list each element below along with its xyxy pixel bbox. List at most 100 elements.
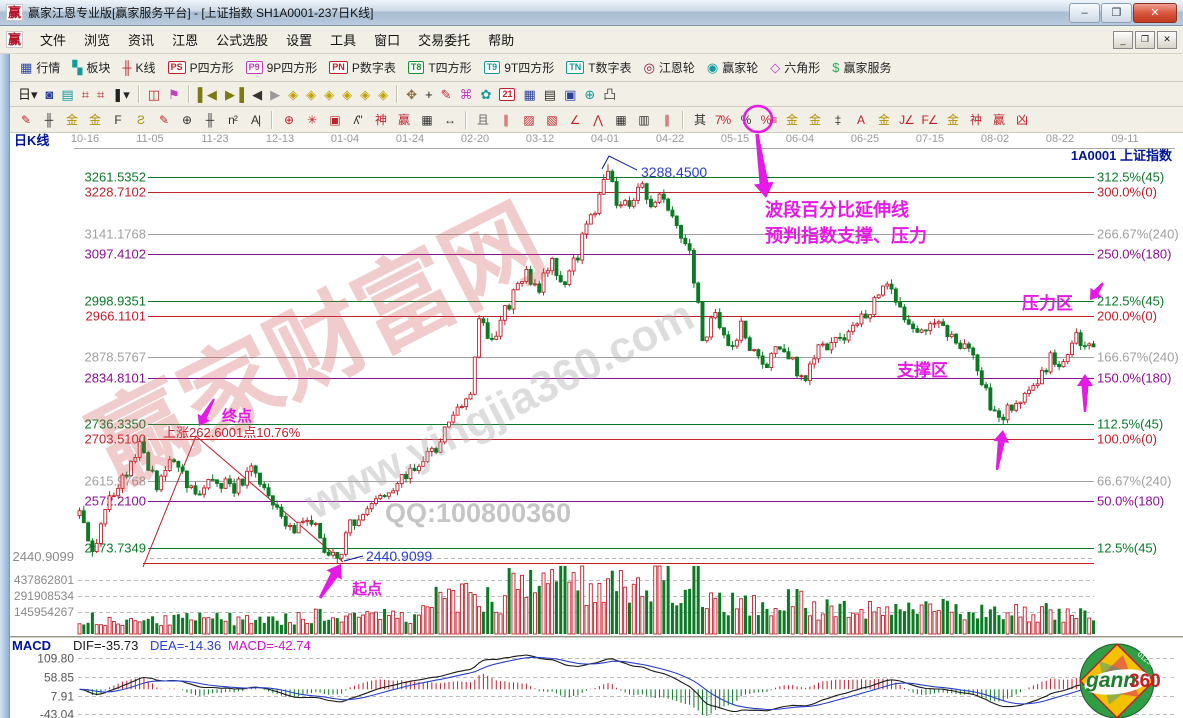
- hexagon-button[interactable]: ◇六角形: [765, 58, 825, 77]
- burst-button[interactable]: ✳: [300, 113, 323, 127]
- ratio-box-button[interactable]: 其: [688, 113, 711, 127]
- seven-percent-button[interactable]: 7%: [711, 113, 734, 127]
- minimize-button[interactable]: –: [1069, 3, 1100, 23]
- flag-pole-button[interactable]: ‡: [826, 113, 849, 127]
- quotes-button[interactable]: ▦行情: [15, 58, 65, 77]
- menu-item-1[interactable]: 浏览: [75, 27, 119, 52]
- indicator-flag-button[interactable]: ⚑: [165, 87, 183, 102]
- winner-service-button[interactable]: $赢家服务: [827, 58, 896, 77]
- grid-dark-1-button[interactable]: ▦: [609, 113, 632, 127]
- gann-wheel-button[interactable]: ◎江恩轮: [639, 58, 700, 77]
- menu-item-8[interactable]: 交易委托: [409, 27, 479, 52]
- 9p-square-button[interactable]: P99P四方形: [241, 58, 323, 77]
- wave-a-button[interactable]: A: [849, 113, 872, 127]
- info-card-button[interactable]: ▤: [58, 87, 76, 102]
- gold-lines-button[interactable]: 金: [803, 113, 826, 127]
- golden-ratio-1-button[interactable]: 金: [60, 113, 83, 127]
- zoom-right-button[interactable]: ◈: [303, 87, 319, 102]
- box-x-button[interactable]: 凶: [1010, 113, 1033, 127]
- fibonacci-button[interactable]: F: [106, 113, 129, 127]
- box-plain-button[interactable]: 且: [471, 113, 494, 127]
- pencil-button[interactable]: ✎: [14, 113, 37, 127]
- hatch-box-1-button[interactable]: ▨: [517, 113, 540, 127]
- notebook-button[interactable]: ▤: [541, 87, 559, 102]
- p-number-table-button[interactable]: PNP数字表: [324, 58, 401, 77]
- box-target-button[interactable]: ▣: [323, 113, 346, 127]
- j-angle-button[interactable]: J∠: [895, 113, 918, 127]
- angle-a-button[interactable]: A|: [244, 113, 267, 127]
- shen-tool-button[interactable]: 神: [369, 113, 392, 127]
- left-scroll-strip[interactable]: [0, 54, 10, 718]
- grid-123-button[interactable]: ▦: [415, 113, 438, 127]
- panel-divider[interactable]: [10, 636, 1183, 639]
- menu-item-6[interactable]: 工具: [321, 27, 365, 52]
- jump-last-button[interactable]: ▶▐: [222, 87, 247, 102]
- prev-bar-button[interactable]: ◀: [249, 87, 265, 102]
- gold-angle-button[interactable]: 金: [941, 113, 964, 127]
- print-button[interactable]: 凸: [600, 87, 619, 102]
- fan-lines-button[interactable]: ∥: [494, 113, 517, 127]
- bars-9-button[interactable]: ⌗: [94, 87, 107, 102]
- save-button[interactable]: ▣: [561, 87, 579, 102]
- zoom-out-y-button[interactable]: ◈: [375, 87, 391, 102]
- menu-item-9[interactable]: 帮助: [479, 27, 523, 52]
- menu-item-2[interactable]: 资讯: [119, 27, 163, 52]
- target-circle-button[interactable]: ⊕: [277, 113, 300, 127]
- gann-circle-button[interactable]: ⊕: [175, 113, 198, 127]
- candle-style-menu-button[interactable]: 日▾: [15, 87, 41, 102]
- percent-extension-lines-button[interactable]: %≡: [757, 113, 780, 127]
- zoom-in-y-button[interactable]: ◈: [357, 87, 373, 102]
- shen-2-button[interactable]: 祌: [964, 113, 987, 127]
- t-square-button[interactable]: T8T四方形: [403, 58, 477, 77]
- annotate-pen-button[interactable]: ✎: [438, 87, 455, 102]
- crosshair-tool-button[interactable]: +: [422, 87, 436, 102]
- menu-item-0[interactable]: 文件: [31, 27, 75, 52]
- ying-2-button[interactable]: 赢: [987, 113, 1010, 127]
- title-bar[interactable]: 赢 赢家江恩专业版[赢家服务平台] - [上证指数 SH1A0001-237日K…: [0, 0, 1183, 26]
- next-bar-button[interactable]: ▶: [267, 87, 283, 102]
- p-square-button[interactable]: PSP四方形: [163, 58, 239, 77]
- child-minimize-button[interactable]: _: [1113, 31, 1133, 49]
- winner-wheel-button[interactable]: ◉赢家轮: [702, 58, 763, 77]
- t-number-table-button[interactable]: TNT数字表: [561, 58, 636, 77]
- pencil-angle-button[interactable]: ✎: [152, 113, 175, 127]
- bars-3-button[interactable]: ⌗: [79, 87, 92, 102]
- time-lines-button[interactable]: ╫: [198, 113, 221, 127]
- pattern-window-button[interactable]: ◙: [43, 87, 57, 102]
- menu-item-3[interactable]: 江恩: [163, 27, 207, 52]
- ying-tool-button[interactable]: 赢: [392, 113, 415, 127]
- vee-wave-button[interactable]: ⋀: [586, 113, 609, 127]
- calculator-button[interactable]: ▦: [520, 87, 538, 102]
- square-of-n-button[interactable]: n²: [221, 113, 244, 127]
- golden-ratio-2-button[interactable]: 金: [83, 113, 106, 127]
- width-measure-button[interactable]: ↔: [438, 113, 461, 127]
- menu-item-5[interactable]: 设置: [277, 27, 321, 52]
- grid-dark-2-button[interactable]: ▥: [632, 113, 655, 127]
- calendar-21-button[interactable]: 21: [496, 87, 518, 102]
- gann-tools-window-button[interactable]: ⌘: [457, 87, 476, 102]
- menu-item-4[interactable]: 公式选股: [207, 27, 277, 52]
- hand-tool-button[interactable]: ✥: [403, 87, 420, 102]
- zoom-in-x-button[interactable]: ◈: [321, 87, 337, 102]
- 9t-square-button[interactable]: T99T四方形: [479, 58, 560, 77]
- price-mark-button[interactable]: ʎ": [346, 113, 369, 127]
- period-menu-button[interactable]: ❚▾: [109, 87, 132, 102]
- spiral-button[interactable]: Ƨ: [129, 113, 152, 127]
- slashes-button[interactable]: ∥: [655, 113, 678, 127]
- zigzag-window-button[interactable]: ◫: [145, 87, 163, 102]
- percent-button[interactable]: %: [734, 113, 757, 127]
- kline-button[interactable]: ╫K线: [117, 58, 160, 77]
- zoom-left-button[interactable]: ◈: [285, 87, 301, 102]
- hatch-box-2-button[interactable]: ▧: [540, 113, 563, 127]
- export-web-button[interactable]: ⊕: [581, 87, 598, 102]
- zoom-out-x-button[interactable]: ◈: [339, 87, 355, 102]
- child-restore-button[interactable]: ❐: [1135, 31, 1155, 49]
- gann-grid-button[interactable]: ╫: [37, 113, 60, 127]
- angle-lines-button[interactable]: ∠: [563, 113, 586, 127]
- gold-2-button[interactable]: 金: [872, 113, 895, 127]
- f-angle-button[interactable]: F∠: [918, 113, 941, 127]
- jump-first-button[interactable]: ▌◀: [195, 87, 220, 102]
- maximize-button[interactable]: ❐: [1101, 3, 1132, 23]
- child-close-button[interactable]: ✕: [1157, 31, 1177, 49]
- analysis-window-button[interactable]: ✿: [478, 87, 495, 102]
